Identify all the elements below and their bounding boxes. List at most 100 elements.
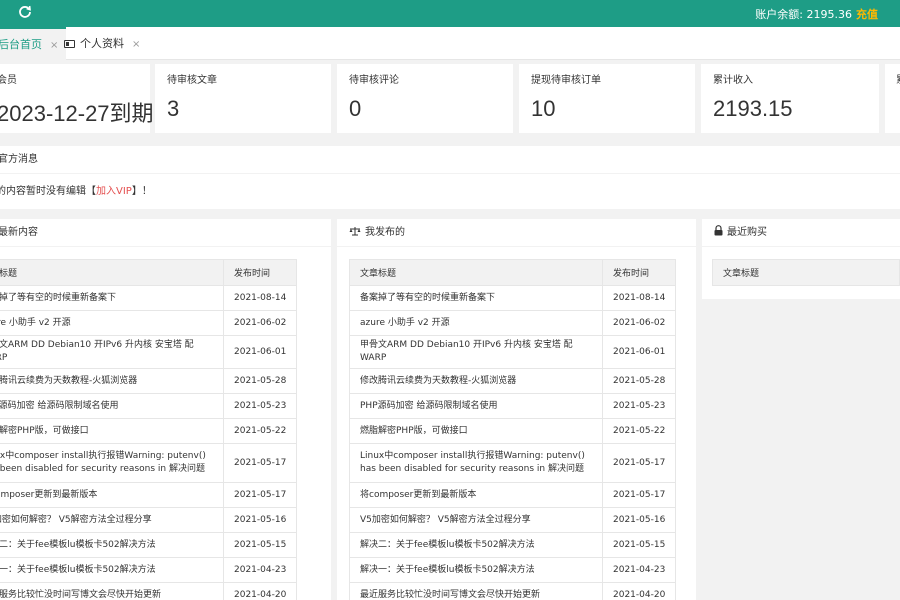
column-header-title: 文章标题: [712, 259, 900, 286]
notice-title: 官方消息: [0, 146, 900, 174]
recent-purchase-table: 文章标题: [712, 259, 900, 286]
article-title-link[interactable]: V5加密如何解密？ V5解密方法全过程分享: [349, 507, 603, 533]
article-date: 2021-05-28: [601, 368, 677, 394]
table-row: 解决二：关于fee模板lu模板卡502解决方法2021-05-15: [0, 532, 298, 558]
article-date: 2021-04-20: [222, 582, 298, 600]
table-row: azure 小助手 v2 开源2021-06-02: [349, 310, 677, 336]
article-date: 2021-05-17: [222, 443, 298, 483]
article-title-link[interactable]: V5加密如何解密？ V5解密方法全过程分享: [0, 507, 224, 533]
recent-purchase-title-text: 最近购买: [727, 227, 767, 238]
article-date: 2021-05-22: [222, 418, 298, 444]
stat-label: 会员: [0, 75, 17, 86]
table-row: Linux中composer install执行报错Warning: puten…: [349, 443, 677, 483]
article-date: 2021-04-23: [601, 557, 677, 583]
table-row: 将composer更新到最新版本2021-05-17: [349, 482, 677, 508]
table-row: V5加密如何解密？ V5解密方法全过程分享2021-05-16: [349, 507, 677, 533]
article-title-link[interactable]: 最近服务比较忙没时间写博文会尽快开始更新: [349, 582, 603, 600]
stat-label: 待审核文章: [167, 75, 217, 86]
article-date: 2021-06-01: [601, 335, 677, 369]
stat-card-membership: 会员 2023-12-27到期: [0, 64, 154, 133]
table-row: 解决二：关于fee模板lu模板卡502解决方法2021-05-15: [349, 532, 677, 558]
table-row: 甲骨文ARM DD Debian10 开IPv6 升内核 安宝塔 配WARP20…: [0, 335, 298, 369]
notice-text: 您的内容暂时没有编辑【加入VIP】！: [0, 182, 152, 197]
table-row: 备案掉了等有空的时候重新备案下2021-08-14: [0, 285, 298, 311]
column-header-date: 发布时间: [222, 259, 298, 286]
top-bar: 账户余额: 2195.36 充值: [0, 0, 900, 27]
stat-label: 累计收入: [713, 75, 753, 86]
table-row: PHP源码加密 给源码限制域名使用2021-05-23: [0, 393, 298, 419]
article-title-link[interactable]: 甲骨文ARM DD Debian10 开IPv6 升内核 安宝塔 配WARP: [0, 335, 224, 369]
stat-card-pending-withdrawals: 提现待审核订单 10: [519, 64, 695, 133]
my-published-table: 文章标题 发布时间 备案掉了等有空的时候重新备案下 2021-08-14 azure…: [349, 259, 677, 600]
table-row: azure 小助手 v2 开源2021-06-02: [0, 310, 298, 336]
table-header-row: 文章标题 发布时间: [349, 259, 677, 286]
article-title-link[interactable]: 将composer更新到最新版本: [349, 482, 603, 508]
article-title-link[interactable]: 将composer更新到最新版本: [0, 482, 224, 508]
article-title-link[interactable]: PHP源码加密 给源码限制域名使用: [349, 393, 603, 419]
table-row: 修改腾讯云续费为天数教程-火狐浏览器2021-05-28: [0, 368, 298, 394]
article-title-link[interactable]: Linux中composer install执行报错Warning: puten…: [349, 443, 603, 483]
article-date: 2021-08-14: [601, 285, 677, 311]
article-title-link[interactable]: azure 小助手 v2 开源: [349, 310, 603, 336]
join-vip-link[interactable]: 加入VIP: [96, 186, 132, 197]
article-title-link[interactable]: 最近服务比较忙没时间写博文会尽快开始更新: [0, 582, 224, 600]
stat-card-pending-articles: 待审核文章 3: [155, 64, 331, 133]
article-date: 2021-04-20: [601, 582, 677, 600]
article-date: 2021-06-02: [601, 310, 677, 336]
table-row: 最近服务比较忙没时间写博文会尽快开始更新2021-04-20: [349, 582, 677, 600]
refresh-icon[interactable]: [18, 5, 32, 19]
article-title-link[interactable]: 解决一：关于fee模板lu模板卡502解决方法: [0, 557, 224, 583]
table-row: PHP源码加密 给源码限制域名使用2021-05-23: [349, 393, 677, 419]
table-row: 修改腾讯云续费为天数教程-火狐浏览器2021-05-28: [349, 368, 677, 394]
article-title-link[interactable]: 甲骨文ARM DD Debian10 开IPv6 升内核 安宝塔 配WARP: [349, 335, 603, 369]
article-date: 2021-06-02: [222, 310, 298, 336]
article-date: 2021-05-16: [222, 507, 298, 533]
column-header-title: 文章标题: [0, 259, 224, 286]
article-title-link[interactable]: 备案掉了等有空的时候重新备案下: [349, 285, 603, 311]
article-title-link[interactable]: 解决二：关于fee模板lu模板卡502解决方法: [349, 532, 603, 558]
table-header-row: 文章标题: [712, 259, 900, 286]
article-title-link[interactable]: azure 小助手 v2 开源: [0, 310, 224, 336]
table-row: 备案掉了等有空的时候重新备案下2021-08-14: [349, 285, 677, 311]
article-date: 2021-08-14: [222, 285, 298, 311]
table-header-row: 文章标题 发布时间: [0, 259, 298, 286]
table-row: Linux中composer install执行报错Warning: puten…: [0, 443, 298, 483]
stat-value: 10: [531, 96, 556, 121]
table-row: 最近服务比较忙没时间写博文会尽快开始更新2021-04-20: [0, 582, 298, 600]
tab-bar: 后台首页 × 个人资料 ×: [0, 27, 900, 60]
article-title-link[interactable]: Linux中composer install执行报错Warning: puten…: [0, 443, 224, 483]
stat-card-pending-comments: 待审核评论 0: [337, 64, 513, 133]
article-date: 2021-05-17: [222, 482, 298, 508]
article-title-link[interactable]: 燃脂解密PHP版，可做接口: [349, 418, 603, 444]
my-published-title-text: 我发布的: [365, 227, 405, 238]
article-title-link[interactable]: 解决二：关于fee模板lu模板卡502解决方法: [0, 532, 224, 558]
article-date: 2021-04-23: [222, 557, 298, 583]
article-title-link[interactable]: 修改腾讯云续费为天数教程-火狐浏览器: [349, 368, 603, 394]
tab-profile-close-icon[interactable]: ×: [132, 39, 140, 50]
tab-home-label: 后台首页: [0, 38, 42, 51]
recent-content-table: 文章标题 发布时间 备案掉了等有空的时候重新备案下2021-08-14azure…: [0, 259, 298, 600]
recent-purchase-title: 最近购买: [702, 219, 900, 247]
article-date: 2021-05-15: [601, 532, 677, 558]
balance-display: 账户余额: 2195.36 充值: [755, 6, 878, 22]
stat-value: 2023-12-27到期: [0, 101, 154, 126]
article-date: 2021-05-23: [601, 393, 677, 419]
column-header-date: 发布时间: [601, 259, 677, 286]
article-date: 2021-05-23: [222, 393, 298, 419]
article-title-link[interactable]: PHP源码加密 给源码限制域名使用: [0, 393, 224, 419]
article-title-link[interactable]: 备案掉了等有空的时候重新备案下: [0, 285, 224, 311]
notice-text-after: 】！: [131, 186, 152, 197]
tab-profile[interactable]: 个人资料 ×: [56, 27, 148, 60]
tab-profile-label: 个人资料: [80, 37, 124, 50]
article-date: 2021-05-17: [601, 482, 677, 508]
article-title-link[interactable]: 修改腾讯云续费为天数教程-火狐浏览器: [0, 368, 224, 394]
table-row: 燃脂解密PHP版，可做接口2021-05-22: [0, 418, 298, 444]
recharge-link[interactable]: 充值: [856, 8, 878, 21]
article-title-link[interactable]: 燃脂解密PHP版，可做接口: [0, 418, 224, 444]
stat-value: 3: [167, 96, 180, 121]
stat-card-overflow: 累: [885, 64, 900, 133]
table-row: 解决一：关于fee模板lu模板卡502解决方法2021-04-23: [349, 557, 677, 583]
my-published-title: 我发布的: [337, 219, 696, 247]
article-date: 2021-05-15: [222, 532, 298, 558]
article-title-link[interactable]: 解决一：关于fee模板lu模板卡502解决方法: [349, 557, 603, 583]
